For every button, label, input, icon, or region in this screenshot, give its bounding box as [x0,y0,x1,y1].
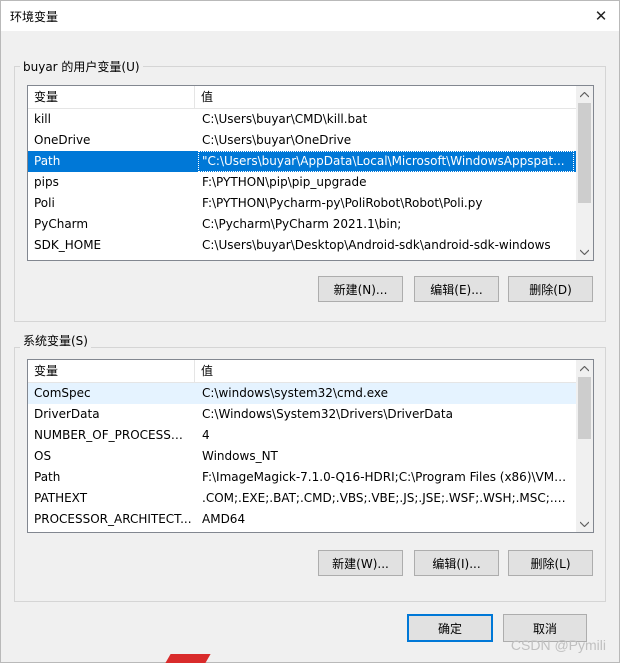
var-name: NUMBER_OF_PROCESSORS [34,428,192,442]
table-row[interactable]: PROCESSOR_ARCHITECT... AMD64 [28,509,576,530]
scroll-up-arrow[interactable] [576,86,593,103]
var-value: AMD64 [202,512,246,526]
table-row-hover[interactable]: ComSpec C:\windows\system32\cmd.exe [28,383,576,404]
table-row[interactable]: Poli F:\PYTHON\Pycharm-py\PoliRobot\Robo… [28,193,576,214]
system-vars-col-name[interactable]: 变量 [28,360,194,382]
env-vars-dialog: 环境变量 ✕ buyar 的用户变量(U) 变量 值 kill C:\Users… [0,0,620,663]
scroll-up-arrow[interactable] [576,360,593,377]
var-name: OneDrive [34,133,91,147]
chevron-up-icon [580,365,589,371]
ok-button[interactable]: 确定 [407,614,493,642]
var-value: Windows_NT [202,449,278,463]
system-new-button[interactable]: 新建(W)... [318,550,403,576]
user-edit-button[interactable]: 编辑(E)... [414,276,499,302]
var-value: C:\Users\buyar\Desktop\Android-sdk\andro… [202,238,551,252]
close-icon: ✕ [594,7,608,25]
user-vars-col-name[interactable]: 变量 [28,86,194,108]
var-name: SDK_HOME [34,238,102,252]
var-name: OS [34,449,52,463]
var-value: F:\PYTHON\Pycharm-py\PoliRobot\Robot\Pol… [202,196,483,210]
system-vars-group-label: 系统变量(S) [20,332,91,349]
var-name: Poli [34,196,55,210]
table-row[interactable]: SDK_HOME C:\Users\buyar\Desktop\Android-… [28,235,576,256]
var-name: ComSpec [34,386,91,400]
user-vars-scrollbar[interactable] [576,86,593,260]
user-new-button[interactable]: 新建(N)... [318,276,403,302]
table-row-selected[interactable]: Path "C:\Users\buyar\AppData\Local\Micro… [28,151,576,172]
table-row[interactable]: PATHEXT .COM;.EXE;.BAT;.CMD;.VBS;.VBE;.J… [28,488,576,509]
var-value: F:\ImageMagick-7.1.0-Q16-HDRI;C:\Program… [202,470,572,484]
table-row[interactable]: NUMBER_OF_PROCESSORS 4 [28,425,576,446]
user-vars-rows: kill C:\Users\buyar\CMD\kill.bat OneDriv… [28,109,576,256]
user-vars-col-value[interactable]: 值 [195,86,575,108]
chevron-down-icon [580,249,589,255]
system-vars-rows: ComSpec C:\windows\system32\cmd.exe Driv… [28,383,576,530]
close-button[interactable]: ✕ [583,1,619,31]
system-edit-button[interactable]: 编辑(I)... [414,550,499,576]
table-row[interactable]: pips F:\PYTHON\pip\pip_upgrade [28,172,576,193]
system-vars-scrollbar[interactable] [576,360,593,532]
user-vars-group-label: buyar 的用户变量(U) [20,58,143,75]
var-name: kill [34,112,51,126]
table-row[interactable]: DriverData C:\Windows\System32\Drivers\D… [28,404,576,425]
scroll-down-arrow[interactable] [576,243,593,260]
var-value: "C:\Users\buyar\AppData\Local\Microsoft\… [202,154,565,168]
chevron-down-icon [580,521,589,527]
system-vars-list-header: 变量 值 [28,360,576,383]
table-row[interactable]: OneDrive C:\Users\buyar\OneDrive [28,130,576,151]
watermark: CSDN @Pymili [510,637,606,653]
scroll-thumb[interactable] [578,377,591,439]
table-row[interactable]: Path F:\ImageMagick-7.1.0-Q16-HDRI;C:\Pr… [28,467,576,488]
var-name: Path [34,470,61,484]
system-delete-button[interactable]: 删除(L) [508,550,593,576]
background-fragment [165,654,211,663]
var-value: 4 [202,428,210,442]
table-row[interactable]: kill C:\Users\buyar\CMD\kill.bat [28,109,576,130]
dialog-title: 环境变量 [10,10,59,24]
var-value: C:\windows\system32\cmd.exe [202,386,388,400]
table-row[interactable]: PyCharm C:\Pycharm\PyCharm 2021.1\bin; [28,214,576,235]
var-value: C:\Users\buyar\CMD\kill.bat [202,112,368,126]
system-vars-list[interactable]: 变量 值 ComSpec C:\windows\system32\cmd.exe… [27,359,594,533]
var-name: DriverData [34,407,100,421]
chevron-up-icon [580,91,589,97]
system-vars-col-value[interactable]: 值 [195,360,575,382]
var-name: PATHEXT [34,491,88,505]
var-value: C:\Pycharm\PyCharm 2021.1\bin; [202,217,402,231]
var-value: F:\PYTHON\pip\pip_upgrade [202,175,367,189]
var-value: C:\Users\buyar\OneDrive [202,133,352,147]
var-value: .COM;.EXE;.BAT;.CMD;.VBS;.VBE;.JS;.JSE;.… [202,491,572,505]
user-vars-list[interactable]: 变量 值 kill C:\Users\buyar\CMD\kill.bat On… [27,85,594,261]
scroll-thumb[interactable] [578,103,591,203]
var-value: C:\Windows\System32\Drivers\DriverData [202,407,453,421]
title-bar[interactable]: 环境变量 ✕ [1,1,619,31]
user-vars-list-header: 变量 值 [28,86,576,109]
var-name: Path [34,154,61,168]
scroll-down-arrow[interactable] [576,515,593,532]
var-name: PROCESSOR_ARCHITECT... [34,512,192,526]
var-name: pips [34,175,59,189]
user-delete-button[interactable]: 删除(D) [508,276,593,302]
table-row[interactable]: OS Windows_NT [28,446,576,467]
var-name: PyCharm [34,217,89,231]
